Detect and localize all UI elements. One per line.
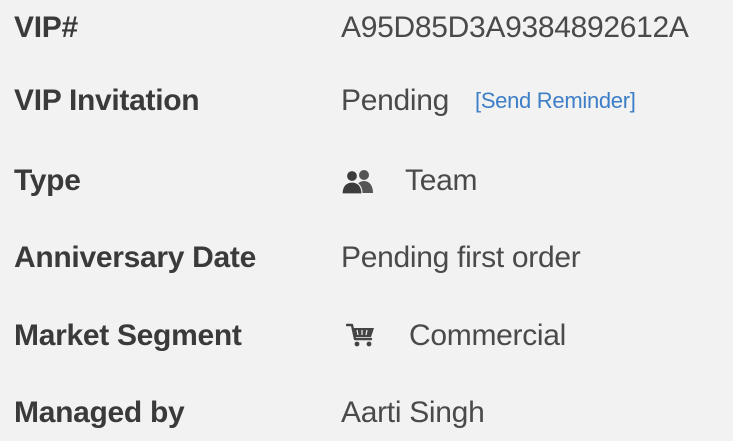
market-segment-value: Commercial xyxy=(341,319,566,353)
anniversary-date-row: Anniversary Date Pending first order xyxy=(0,228,733,288)
team-icon xyxy=(341,166,375,196)
vip-number-label: VIP# xyxy=(14,11,78,44)
vip-invitation-status: Pending xyxy=(341,84,449,117)
anniversary-date-label: Anniversary Date xyxy=(14,241,256,274)
vip-invitation-row: VIP Invitation Pending [ Send Reminder ] xyxy=(0,71,733,131)
managed-by-text: Aarti Singh xyxy=(341,396,485,429)
type-text: Team xyxy=(405,164,478,197)
type-row: Type Team xyxy=(0,151,733,211)
anniversary-date-text: Pending first order xyxy=(341,241,581,274)
vip-invitation-value: Pending [ Send Reminder ] xyxy=(341,84,636,118)
vip-number-value: A95D85D3A9384892612A xyxy=(341,11,689,45)
anniversary-date-value: Pending first order xyxy=(341,241,581,275)
shopping-cart-icon xyxy=(345,321,377,351)
vip-number-text: A95D85D3A9384892612A xyxy=(341,11,689,44)
vip-number-row: VIP# A95D85D3A9384892612A xyxy=(0,0,733,58)
send-reminder-close-bracket: ] xyxy=(629,88,636,113)
type-label: Type xyxy=(14,164,81,197)
market-segment-text: Commercial xyxy=(409,319,567,352)
vip-invitation-label: VIP Invitation xyxy=(14,84,200,117)
send-reminder-link[interactable]: Send Reminder xyxy=(481,88,630,114)
managed-by-value: Aarti Singh xyxy=(341,396,485,430)
type-value: Team xyxy=(341,164,477,198)
market-segment-row: Market Segment Commercial xyxy=(0,306,733,366)
managed-by-row: Managed by Aarti Singh xyxy=(0,383,733,441)
vip-details-panel: VIP# A95D85D3A9384892612A VIP Invitation… xyxy=(0,0,733,441)
market-segment-label: Market Segment xyxy=(14,319,242,352)
managed-by-label: Managed by xyxy=(14,396,185,429)
